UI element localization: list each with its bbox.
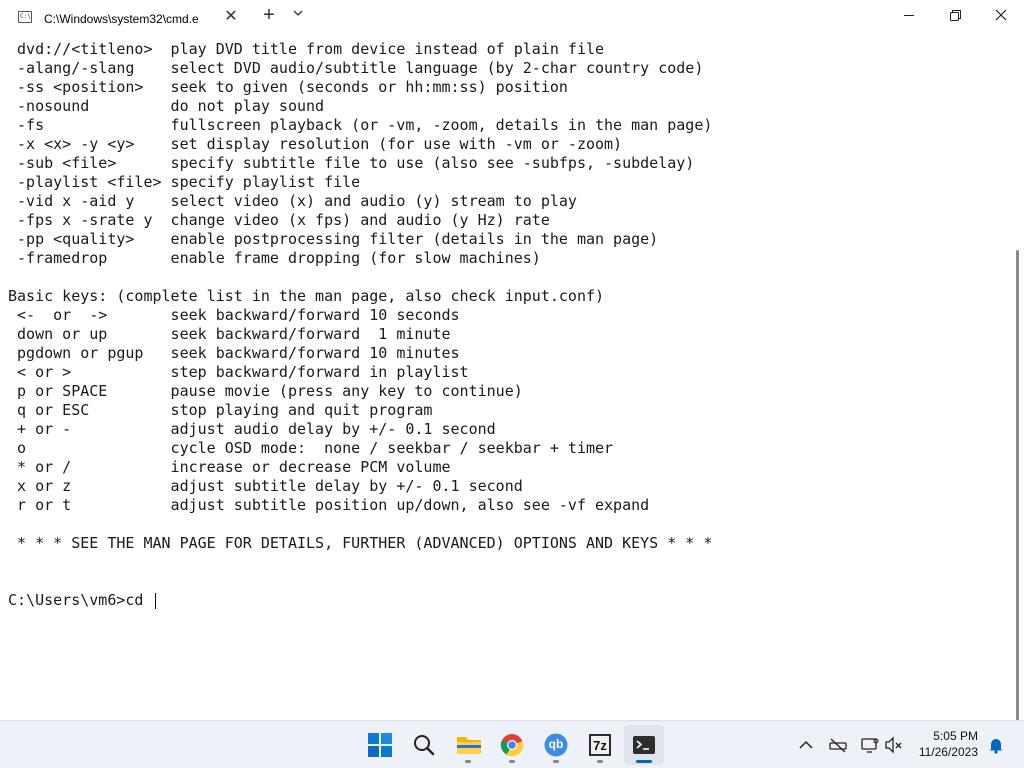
show-hidden-icons-button[interactable]: [796, 735, 816, 755]
7zip-button[interactable]: 7z: [580, 725, 620, 765]
tab-dropdown-button[interactable]: [289, 6, 307, 30]
terminal-line: r or t adjust subtitle position up/down,…: [8, 496, 650, 514]
text-cursor: [154, 592, 156, 609]
terminal-line: * * * SEE THE MAN PAGE FOR DETAILS, FURT…: [8, 534, 713, 552]
terminal-line: -framedrop enable frame dropping (for sl…: [8, 249, 541, 267]
terminal-line: x or z adjust subtitle delay by +/- 0.1 …: [8, 477, 523, 495]
drive-icon[interactable]: [828, 735, 848, 755]
terminal-line: + or - adjust audio delay by +/- 0.1 sec…: [8, 420, 496, 438]
file-explorer-button[interactable]: [448, 725, 488, 765]
terminal-line: Basic keys: (complete list in the man pa…: [8, 287, 605, 305]
terminal-line: q or ESC stop playing and quit program: [8, 401, 433, 419]
close-button[interactable]: [978, 0, 1024, 32]
terminal-line: -ss <position> seek to given (seconds or…: [8, 78, 568, 96]
minimize-button[interactable]: [886, 0, 932, 32]
qbittorrent-label: qb: [548, 737, 564, 751]
terminal-line: -vid x -aid y select video (x) and audio…: [8, 192, 577, 210]
terminal-line: < or > step backward/forward in playlist: [8, 363, 469, 381]
clock-time: 5:05 PM: [933, 729, 978, 743]
cmd-icon: C:\: [18, 11, 32, 23]
search-icon: [414, 735, 435, 756]
terminal-icon: [633, 736, 655, 754]
network-icon: [861, 738, 879, 753]
command-prompt[interactable]: C:\Users\vm6>cd: [8, 591, 1008, 610]
terminal-line: * or / increase or decrease PCM volume: [8, 458, 451, 476]
qbittorrent-button[interactable]: qb: [536, 725, 576, 765]
terminal-line: -fps x -srate y change video (x fps) and…: [8, 211, 550, 229]
notifications-button[interactable]: [986, 735, 1006, 755]
scrollbar[interactable]: [1016, 250, 1019, 730]
tab-cmd[interactable]: C:\ C:\Windows\system32\cmd.e ✕: [8, 4, 244, 32]
taskbar: qb 7z 5:05 PM 11/26/2023: [0, 720, 1024, 768]
bell-icon: [989, 739, 1003, 754]
chrome-button[interactable]: [492, 725, 532, 765]
running-indicator: [465, 760, 471, 763]
terminal-lines: dvd://<titleno> play DVD title from devi…: [8, 40, 1008, 610]
terminal-line: -playlist <file> specify playlist file: [8, 173, 361, 191]
terminal-line: -x <x> -y <y> set display resolution (fo…: [8, 135, 623, 153]
terminal-line: down or up seek backward/forward 1 minut…: [8, 325, 451, 343]
terminal-line: <- or -> seek backward/forward 10 second…: [8, 306, 460, 324]
maximize-button[interactable]: [932, 0, 978, 32]
terminal-line: pgdown or pgup seek backward/forward 10 …: [8, 344, 460, 362]
terminal-output[interactable]: dvd://<titleno> play DVD title from devi…: [0, 32, 1024, 730]
new-tab-button[interactable]: +: [258, 4, 280, 28]
terminal-button[interactable]: [624, 725, 664, 765]
terminal-line: -pp <quality> enable postprocessing filt…: [8, 230, 659, 248]
clock[interactable]: 5:05 PM 11/26/2023: [912, 728, 978, 760]
terminal-line: dvd://<titleno> play DVD title from devi…: [8, 40, 605, 58]
title-bar: C:\ C:\Windows\system32\cmd.e ✕ +: [0, 0, 1024, 32]
volume-muted-icon[interactable]: [884, 735, 904, 755]
folder-icon: [457, 737, 481, 754]
chevron-up-icon: [799, 740, 813, 749]
running-indicator: [597, 760, 603, 763]
start-button[interactable]: [360, 725, 400, 765]
close-icon: [995, 9, 1007, 21]
running-indicator: [553, 760, 559, 763]
tab-close-icon[interactable]: ✕: [222, 8, 240, 26]
terminal-line: o cycle OSD mode: none / seekbar / seekb…: [8, 439, 614, 457]
drive-icon: [829, 738, 847, 753]
volume-muted-icon: [885, 736, 902, 754]
windows-logo-icon: [368, 733, 392, 757]
terminal-line: p or SPACE pause movie (press any key to…: [8, 382, 523, 400]
terminal-line: -nosound do not play sound: [8, 97, 325, 115]
chevron-down-icon: [293, 10, 303, 16]
7zip-label: 7z: [593, 738, 607, 753]
search-button[interactable]: [404, 725, 444, 765]
restore-icon: [950, 10, 961, 21]
terminal-line: -fs fullscreen playback (or -vm, -zoom, …: [8, 116, 713, 134]
minimize-icon: [904, 15, 914, 16]
active-indicator: [636, 760, 652, 763]
network-icon[interactable]: [860, 735, 880, 755]
clock-date: 11/26/2023: [918, 745, 978, 759]
tab-title: C:\Windows\system32\cmd.e: [44, 12, 199, 26]
running-indicator: [509, 760, 515, 763]
terminal-line: -sub <file> specify subtitle file to use…: [8, 154, 695, 172]
chrome-icon: [500, 734, 524, 757]
terminal-line: -alang/-slang select DVD audio/subtitle …: [8, 59, 704, 77]
prompt-text: C:\Users\vm6>cd: [8, 591, 153, 609]
